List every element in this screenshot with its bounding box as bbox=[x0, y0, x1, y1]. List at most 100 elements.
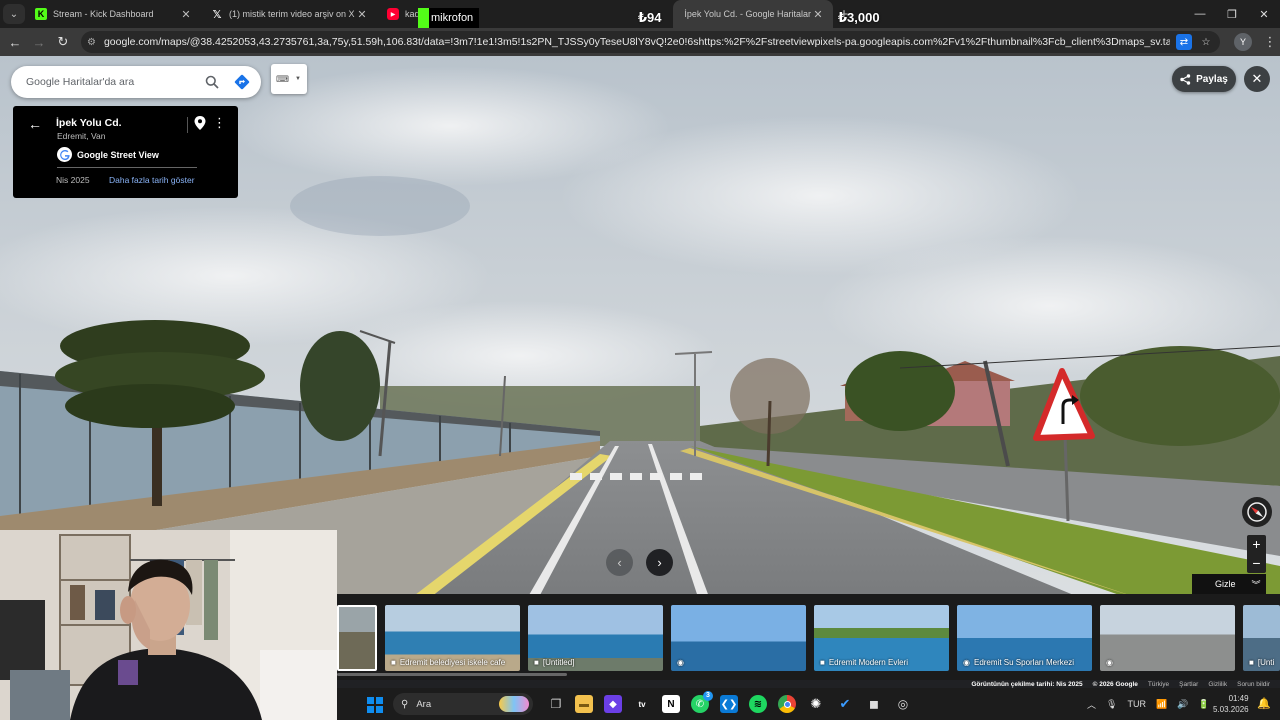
battery-icon[interactable]: 🔋 bbox=[1198, 699, 1209, 710]
thumbnail-caption: ◉ Edremit Su Sporları Merkezi bbox=[963, 658, 1074, 667]
forward-arrow-icon[interactable]: → bbox=[27, 35, 51, 50]
back-arrow-icon[interactable]: ← bbox=[3, 35, 27, 50]
directions-icon[interactable] bbox=[227, 74, 257, 90]
hide-filmstrip-button[interactable]: Gizle ︾ bbox=[1192, 574, 1266, 594]
taskbar-search[interactable]: ⚲ Ara bbox=[393, 693, 533, 715]
thumbnail[interactable]: ■ Edremit belediyesi iskele cafe bbox=[385, 605, 520, 671]
webcam-image bbox=[0, 530, 337, 720]
country-link[interactable]: Türkiye bbox=[1148, 681, 1169, 688]
kick-icon: K bbox=[35, 8, 47, 20]
tab-search-chevron-icon[interactable]: ⌄ bbox=[3, 4, 25, 24]
bookmark-star-icon[interactable]: ☆ bbox=[1198, 34, 1214, 50]
report-link[interactable]: Sorun bildir bbox=[1237, 681, 1270, 688]
back-arrow-icon[interactable]: ← bbox=[28, 116, 42, 132]
obs-icon[interactable]: ◎ bbox=[894, 695, 912, 713]
360-icon: ◉ bbox=[963, 658, 970, 667]
zoom-control: + − bbox=[1247, 535, 1266, 573]
spotify-icon[interactable]: ≋ bbox=[749, 695, 767, 713]
tab-close-icon[interactable]: ✕ bbox=[179, 8, 193, 21]
capture-date: Nis 2025 bbox=[56, 175, 90, 185]
tray-chevron-up-icon[interactable]: ︿ bbox=[1087, 698, 1096, 711]
task-view-icon[interactable]: ❐ bbox=[547, 695, 565, 713]
street-view-info-card: ← İpek Yolu Cd. Edremit, Van ⋮ Google St… bbox=[13, 106, 238, 198]
filmstrip-prev-button[interactable]: ‹ bbox=[606, 549, 633, 576]
thumbnail[interactable]: ■ [Unti bbox=[1243, 605, 1280, 671]
search-icon: ⚲ bbox=[401, 698, 409, 710]
whatsapp-icon[interactable]: ✆ 3 bbox=[691, 691, 713, 713]
translate-icon[interactable]: ⇄ bbox=[1176, 34, 1192, 50]
vscode-icon[interactable]: ❮❯ bbox=[720, 695, 738, 713]
language-indicator[interactable]: TUR bbox=[1127, 699, 1146, 709]
more-dates-link[interactable]: Daha fazla tarih göster bbox=[109, 175, 195, 185]
zoom-out-button[interactable]: − bbox=[1247, 554, 1266, 573]
zoom-in-button[interactable]: + bbox=[1247, 535, 1266, 554]
thumbnail-caption: ◉ bbox=[1106, 658, 1117, 667]
filmstrip-next-button[interactable]: › bbox=[646, 549, 673, 576]
thumbnail[interactable]: ■ Edremit Modern Evleri bbox=[814, 605, 949, 671]
volume-icon[interactable]: 🔊 bbox=[1177, 699, 1188, 710]
tab-close-icon[interactable]: ✕ bbox=[811, 8, 825, 21]
system-tray: ︿ 🎙 TUR 📶 🔊 🔋 bbox=[1087, 688, 1210, 720]
search-icon[interactable] bbox=[197, 75, 227, 89]
keyboard-icon: ⌨ bbox=[276, 73, 289, 84]
youtube-icon: ▶ bbox=[387, 8, 399, 20]
microphone-icon[interactable]: 🎙 bbox=[1106, 699, 1117, 710]
taskbar-clock[interactable]: 01:49 5.03.2026 bbox=[1213, 693, 1249, 715]
minimize-button[interactable]: — bbox=[1184, 8, 1216, 21]
thumbnail[interactable]: ◉ bbox=[671, 605, 806, 671]
camera-icon: ■ bbox=[534, 658, 539, 667]
360-icon: ◉ bbox=[1106, 658, 1113, 667]
provider-row: Google Street View bbox=[57, 147, 159, 162]
reload-icon[interactable]: ↻ bbox=[51, 34, 75, 50]
site-info-icon[interactable]: ⚙ bbox=[87, 37, 96, 48]
keyboard-input-button[interactable]: ⌨ ▼ bbox=[271, 64, 307, 94]
wifi-icon[interactable]: 📶 bbox=[1156, 699, 1167, 710]
divider bbox=[57, 167, 197, 168]
teams-icon[interactable]: ◆ bbox=[604, 695, 622, 713]
windows-start-icon[interactable] bbox=[367, 697, 383, 713]
mic-indicator bbox=[418, 8, 429, 28]
clock-date: 5.03.2026 bbox=[1213, 705, 1249, 714]
maps-search-input[interactable] bbox=[26, 76, 197, 88]
address-bar[interactable]: ⚙ google.com/maps/@38.4252053,43.2735761… bbox=[81, 31, 1220, 53]
share-button[interactable]: Paylaş bbox=[1172, 66, 1236, 92]
thumbnail[interactable] bbox=[337, 605, 377, 671]
file-explorer-icon[interactable]: ▬ bbox=[575, 695, 593, 713]
share-icon bbox=[1180, 73, 1191, 85]
close-icon: ✕ bbox=[1251, 71, 1263, 86]
thumbnail-caption: ■ [Untitled] bbox=[534, 658, 574, 667]
tab-title: İpek Yolu Cd. - Google Haritalar bbox=[684, 9, 811, 19]
todo-check-icon[interactable]: ✔ bbox=[836, 695, 854, 713]
window-close-button[interactable]: ✕ bbox=[1248, 8, 1280, 21]
browser-menu-icon[interactable]: ⋮ bbox=[1260, 34, 1280, 50]
tab-google-maps[interactable]: İpek Yolu Cd. - Google Haritalar ✕ bbox=[673, 0, 833, 28]
more-options-icon[interactable]: ⋮ bbox=[213, 115, 226, 131]
tab-close-icon[interactable]: ✕ bbox=[355, 8, 369, 21]
close-street-view-button[interactable]: ✕ bbox=[1244, 66, 1270, 92]
notification-bell-icon[interactable]: 🔔 bbox=[1257, 697, 1271, 710]
camera-icon: ■ bbox=[820, 658, 825, 667]
chrome-icon[interactable] bbox=[778, 695, 796, 713]
mic-label: mikrofon bbox=[431, 12, 474, 24]
browser-toolbar: ← → ↻ ⚙ google.com/maps/@38.4252053,43.2… bbox=[0, 28, 1280, 56]
thumbnail[interactable]: ■ [Untitled] bbox=[528, 605, 663, 671]
maximize-button[interactable]: ❐ bbox=[1216, 8, 1248, 21]
tab-x-archive[interactable]: 𝕏 (1) mistik terim video arşiv on X ✕ bbox=[201, 0, 377, 28]
copyright: © 2026 Google bbox=[1092, 680, 1138, 688]
tab-kick-dashboard[interactable]: K Stream - Kick Dashboard ✕ bbox=[25, 0, 201, 28]
thumbnail[interactable]: ◉ Edremit Su Sporları Merkezi bbox=[957, 605, 1092, 671]
location-pin-icon[interactable] bbox=[194, 116, 206, 135]
terms-link[interactable]: Şartlar bbox=[1179, 681, 1198, 688]
profile-avatar[interactable]: Y bbox=[1234, 33, 1252, 51]
cube-app-icon[interactable]: ◼ bbox=[865, 695, 883, 713]
privacy-link[interactable]: Gizlilik bbox=[1208, 681, 1227, 688]
chatgpt-icon[interactable]: ✺ bbox=[807, 695, 825, 713]
screen: ⌄ K Stream - Kick Dashboard ✕ 𝕏 (1) mist… bbox=[0, 0, 1280, 720]
filmstrip-scrollbar[interactable] bbox=[337, 673, 567, 676]
apple-tv-icon[interactable]: tv bbox=[633, 695, 651, 713]
notion-icon[interactable]: N bbox=[662, 695, 680, 713]
thumbnail[interactable]: ◉ bbox=[1100, 605, 1235, 671]
compass-icon[interactable] bbox=[1242, 497, 1272, 527]
thumbnail-caption: ■ Edremit belediyesi iskele cafe bbox=[391, 658, 505, 667]
chevron-down-icon: ︾ bbox=[1251, 579, 1261, 590]
